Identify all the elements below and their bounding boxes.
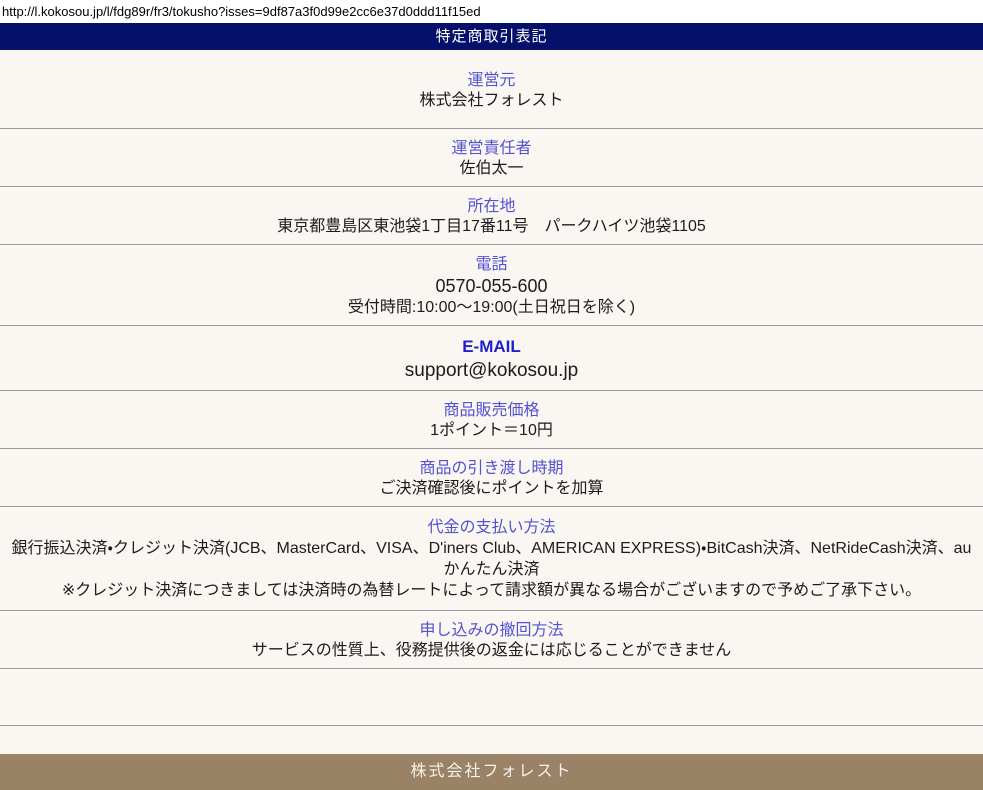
section-row: E-MAIL support@kokosou.jp xyxy=(0,326,983,391)
section-text-line: サービスの性質上、役務提供後の返金には応じることができません xyxy=(8,641,975,661)
section-row: 運営元 株式会社フォレスト xyxy=(0,50,983,129)
footer-company-name: 株式会社フォレスト xyxy=(0,754,983,790)
section-heading: 運営責任者 xyxy=(8,138,975,159)
section-row: 所在地 東京都豊島区東池袋1丁目17番11号 パークハイツ池袋1105 xyxy=(0,187,983,245)
section-text-line: 1ポイント＝10円 xyxy=(8,421,975,441)
section-heading: 所在地 xyxy=(8,196,975,217)
section-row: 商品の引き渡し時期 ご決済確認後にポイントを加算 xyxy=(0,449,983,507)
section-row: 商品販売価格 1ポイント＝10円 xyxy=(0,391,983,449)
page-url-text: http://l.kokosou.jp/l/fdg89r/fr3/tokusho… xyxy=(0,0,983,23)
section-heading: 電話 xyxy=(8,254,975,275)
section-heading: 申し込みの撤回方法 xyxy=(8,620,975,641)
tokusho-page: http://l.kokosou.jp/l/fdg89r/fr3/tokusho… xyxy=(0,0,983,790)
empty-row xyxy=(0,669,983,726)
bottom-filler xyxy=(0,726,983,754)
section-heading: 運営元 xyxy=(8,70,975,91)
section-text-line: 受付時間:10:00〜19:00(土日祝日を除く) xyxy=(8,298,975,318)
section-text-line: 東京都豊島区東池袋1丁目17番11号 パークハイツ池袋1105 xyxy=(8,217,975,237)
section-row: 電話 0570-055-600受付時間:10:00〜19:00(土日祝日を除く) xyxy=(0,245,983,326)
section-text-line: 銀行振込決済・クレジット決済(JCB、MasterCard、VISA、D'ine… xyxy=(8,538,975,580)
section-text-line: 佐伯太一 xyxy=(8,159,975,179)
page-title: 特定商取引表記 xyxy=(0,23,983,50)
section-row: 運営責任者 佐伯太一 xyxy=(0,129,983,187)
section-heading: 商品の引き渡し時期 xyxy=(8,458,975,479)
section-text-line: 0570-055-600 xyxy=(8,275,975,298)
section-row: 代金の支払い方法 銀行振込決済・クレジット決済(JCB、MasterCard、V… xyxy=(0,507,983,611)
sections-container: 運営元 株式会社フォレスト 運営責任者 佐伯太一 所在地 東京都豊島区東池袋1丁… xyxy=(0,50,983,754)
section-text-line: 株式会社フォレスト xyxy=(8,91,975,111)
section-row: 申し込みの撤回方法 サービスの性質上、役務提供後の返金には応じることができません xyxy=(0,611,983,669)
section-heading: 代金の支払い方法 xyxy=(8,517,975,538)
section-heading: 商品販売価格 xyxy=(8,400,975,421)
section-text-line: ※クレジット決済につきましては決済時の為替レートによって請求額が異なる場合がござ… xyxy=(8,580,975,601)
section-heading: E-MAIL xyxy=(8,335,975,358)
section-text-line: ご決済確認後にポイントを加算 xyxy=(8,479,975,499)
section-text-line: support@kokosou.jp xyxy=(8,358,975,383)
